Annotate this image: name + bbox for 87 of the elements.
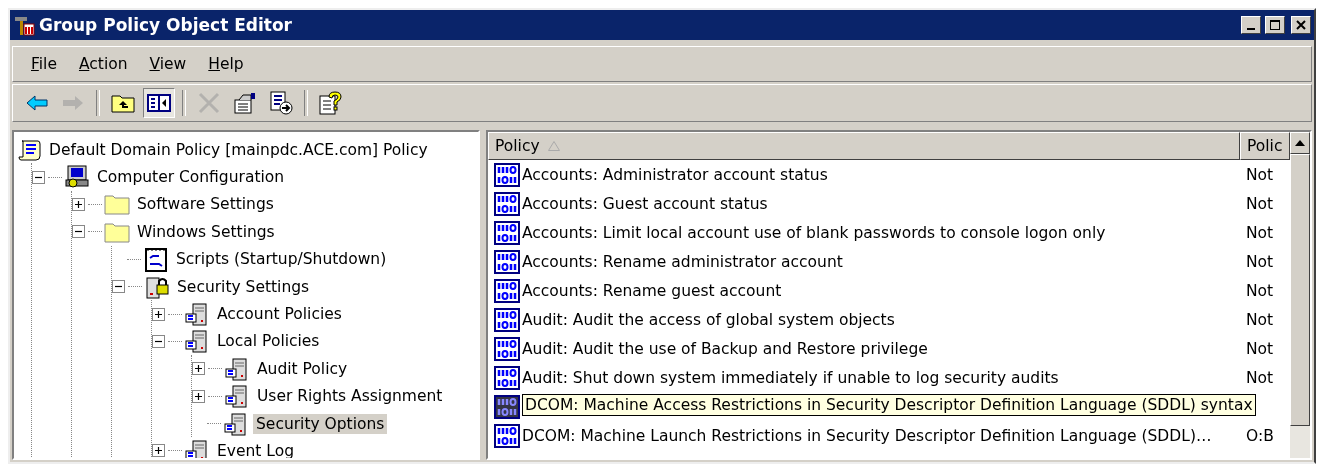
tree-item[interactable]: Windows Settings <box>134 221 278 242</box>
close-icon <box>1296 20 1306 30</box>
tree-item[interactable]: User Rights Assignment <box>254 386 446 407</box>
policy-setting-icon <box>494 423 520 448</box>
show-tree-icon <box>147 93 171 113</box>
minimize-icon <box>1247 28 1255 30</box>
policy-name[interactable]: Audit: Shut down system immediately if unable to log security audits <box>522 368 1059 387</box>
window-title: Group Policy Object Editor <box>39 15 293 35</box>
back-arrow-icon <box>26 95 48 111</box>
scrollbar-thumb[interactable] <box>1290 154 1310 426</box>
collapse-icon[interactable] <box>32 170 45 184</box>
help-icon <box>319 91 343 115</box>
policy-name[interactable]: Accounts: Limit local account use of blank passwords to console logon only <box>522 223 1106 242</box>
tree-item[interactable]: Default Domain Policy [mainpdc.ACE.com] Policy <box>46 139 431 160</box>
policy-setting-icon <box>494 394 520 419</box>
expand-icon[interactable] <box>72 197 85 211</box>
policy-setting-icon <box>494 162 520 187</box>
properties-icon <box>233 92 257 114</box>
folder-icon <box>104 220 130 243</box>
policy-setting-icon <box>494 249 520 274</box>
policy-setting: Not <box>1245 252 1274 271</box>
scroll-up-button[interactable] <box>1290 132 1310 154</box>
policy-setting-icon <box>494 278 520 303</box>
tooltip: DCOM: Machine Access Restrictions in Security Descriptor Definition Language (SDDL) syntax <box>522 394 1256 416</box>
folder-icon <box>104 193 130 216</box>
server-icon <box>184 329 210 354</box>
up-arrow-icon <box>1295 140 1305 146</box>
policy-name[interactable]: Accounts: Rename guest account <box>522 281 782 300</box>
maximize-button[interactable] <box>1265 16 1285 34</box>
server-icon <box>184 302 210 327</box>
policy-name[interactable]: Accounts: Rename administrator account <box>522 252 843 271</box>
hammer-building-icon <box>13 14 35 36</box>
server-icon <box>224 384 250 409</box>
computer-gear-icon <box>64 165 90 190</box>
policy-setting: Not <box>1245 223 1274 242</box>
column-header[interactable]: Polic <box>1240 132 1290 160</box>
tree-item[interactable]: Scripts (Startup/Shutdown) <box>173 249 390 270</box>
policy-setting-icon <box>494 191 520 216</box>
collapse-icon[interactable] <box>112 280 125 294</box>
policy-setting: Not <box>1245 310 1274 329</box>
menu-item[interactable]: File <box>21 53 67 75</box>
server-icon <box>223 411 249 436</box>
export-list-icon <box>269 91 293 115</box>
policy-setting: O:B <box>1245 426 1274 445</box>
menu-item[interactable]: Help <box>198 53 254 75</box>
scroll-document-icon <box>18 138 42 161</box>
policy-name[interactable]: Accounts: Administrator account status <box>522 165 828 184</box>
policy-setting-icon <box>494 220 520 245</box>
tree-item[interactable]: Software Settings <box>134 194 277 215</box>
policy-setting-icon <box>494 336 520 361</box>
policy-name[interactable]: DCOM: Machine Launch Restrictions in Security Descriptor Definition Language (SDDL)… <box>522 426 1212 445</box>
tree-item[interactable]: Security Settings <box>174 276 313 297</box>
tree-item[interactable]: Account Policies <box>214 304 345 325</box>
tree-item[interactable]: Security Options <box>253 413 388 434</box>
server-padlock-icon <box>144 274 170 299</box>
menu-item[interactable]: Action <box>68 53 138 75</box>
policy-setting: Not <box>1245 368 1274 387</box>
sort-ascending-icon <box>547 141 560 151</box>
policy-name[interactable]: Audit: Audit the access of global system objects <box>522 310 895 329</box>
expand-icon[interactable] <box>152 307 165 321</box>
minimize-button[interactable] <box>1241 16 1261 34</box>
delete-x-icon <box>198 92 220 114</box>
policy-setting-icon <box>494 365 520 390</box>
collapse-icon[interactable] <box>72 225 85 239</box>
policy-name[interactable]: Audit: Audit the use of Backup and Restore privilege <box>522 339 928 358</box>
policy-setting: Not <box>1245 194 1274 213</box>
policy-setting-icon <box>494 307 520 332</box>
forward-arrow-icon <box>62 95 84 111</box>
expand-icon[interactable] <box>192 362 205 376</box>
policy-name[interactable]: Accounts: Guest account status <box>522 194 768 213</box>
script-document-icon <box>143 246 169 273</box>
tree-item[interactable]: Audit Policy <box>254 358 351 379</box>
expand-icon[interactable] <box>192 389 205 403</box>
policy-setting: Not <box>1245 165 1274 184</box>
menu-item[interactable]: View <box>139 53 197 75</box>
maximize-icon <box>1270 20 1280 30</box>
server-icon <box>224 356 250 381</box>
folder-up-icon <box>111 93 135 113</box>
tree-item[interactable]: Local Policies <box>214 331 323 352</box>
tree-button[interactable] <box>143 88 175 118</box>
tree-item[interactable]: Computer Configuration <box>94 167 288 188</box>
collapse-icon[interactable] <box>152 334 165 348</box>
column-header[interactable]: Policy <box>488 132 1240 160</box>
close-button[interactable] <box>1291 16 1311 34</box>
policy-setting: Not <box>1245 339 1274 358</box>
policy-setting: Not <box>1245 281 1274 300</box>
expand-icon[interactable] <box>152 444 165 458</box>
